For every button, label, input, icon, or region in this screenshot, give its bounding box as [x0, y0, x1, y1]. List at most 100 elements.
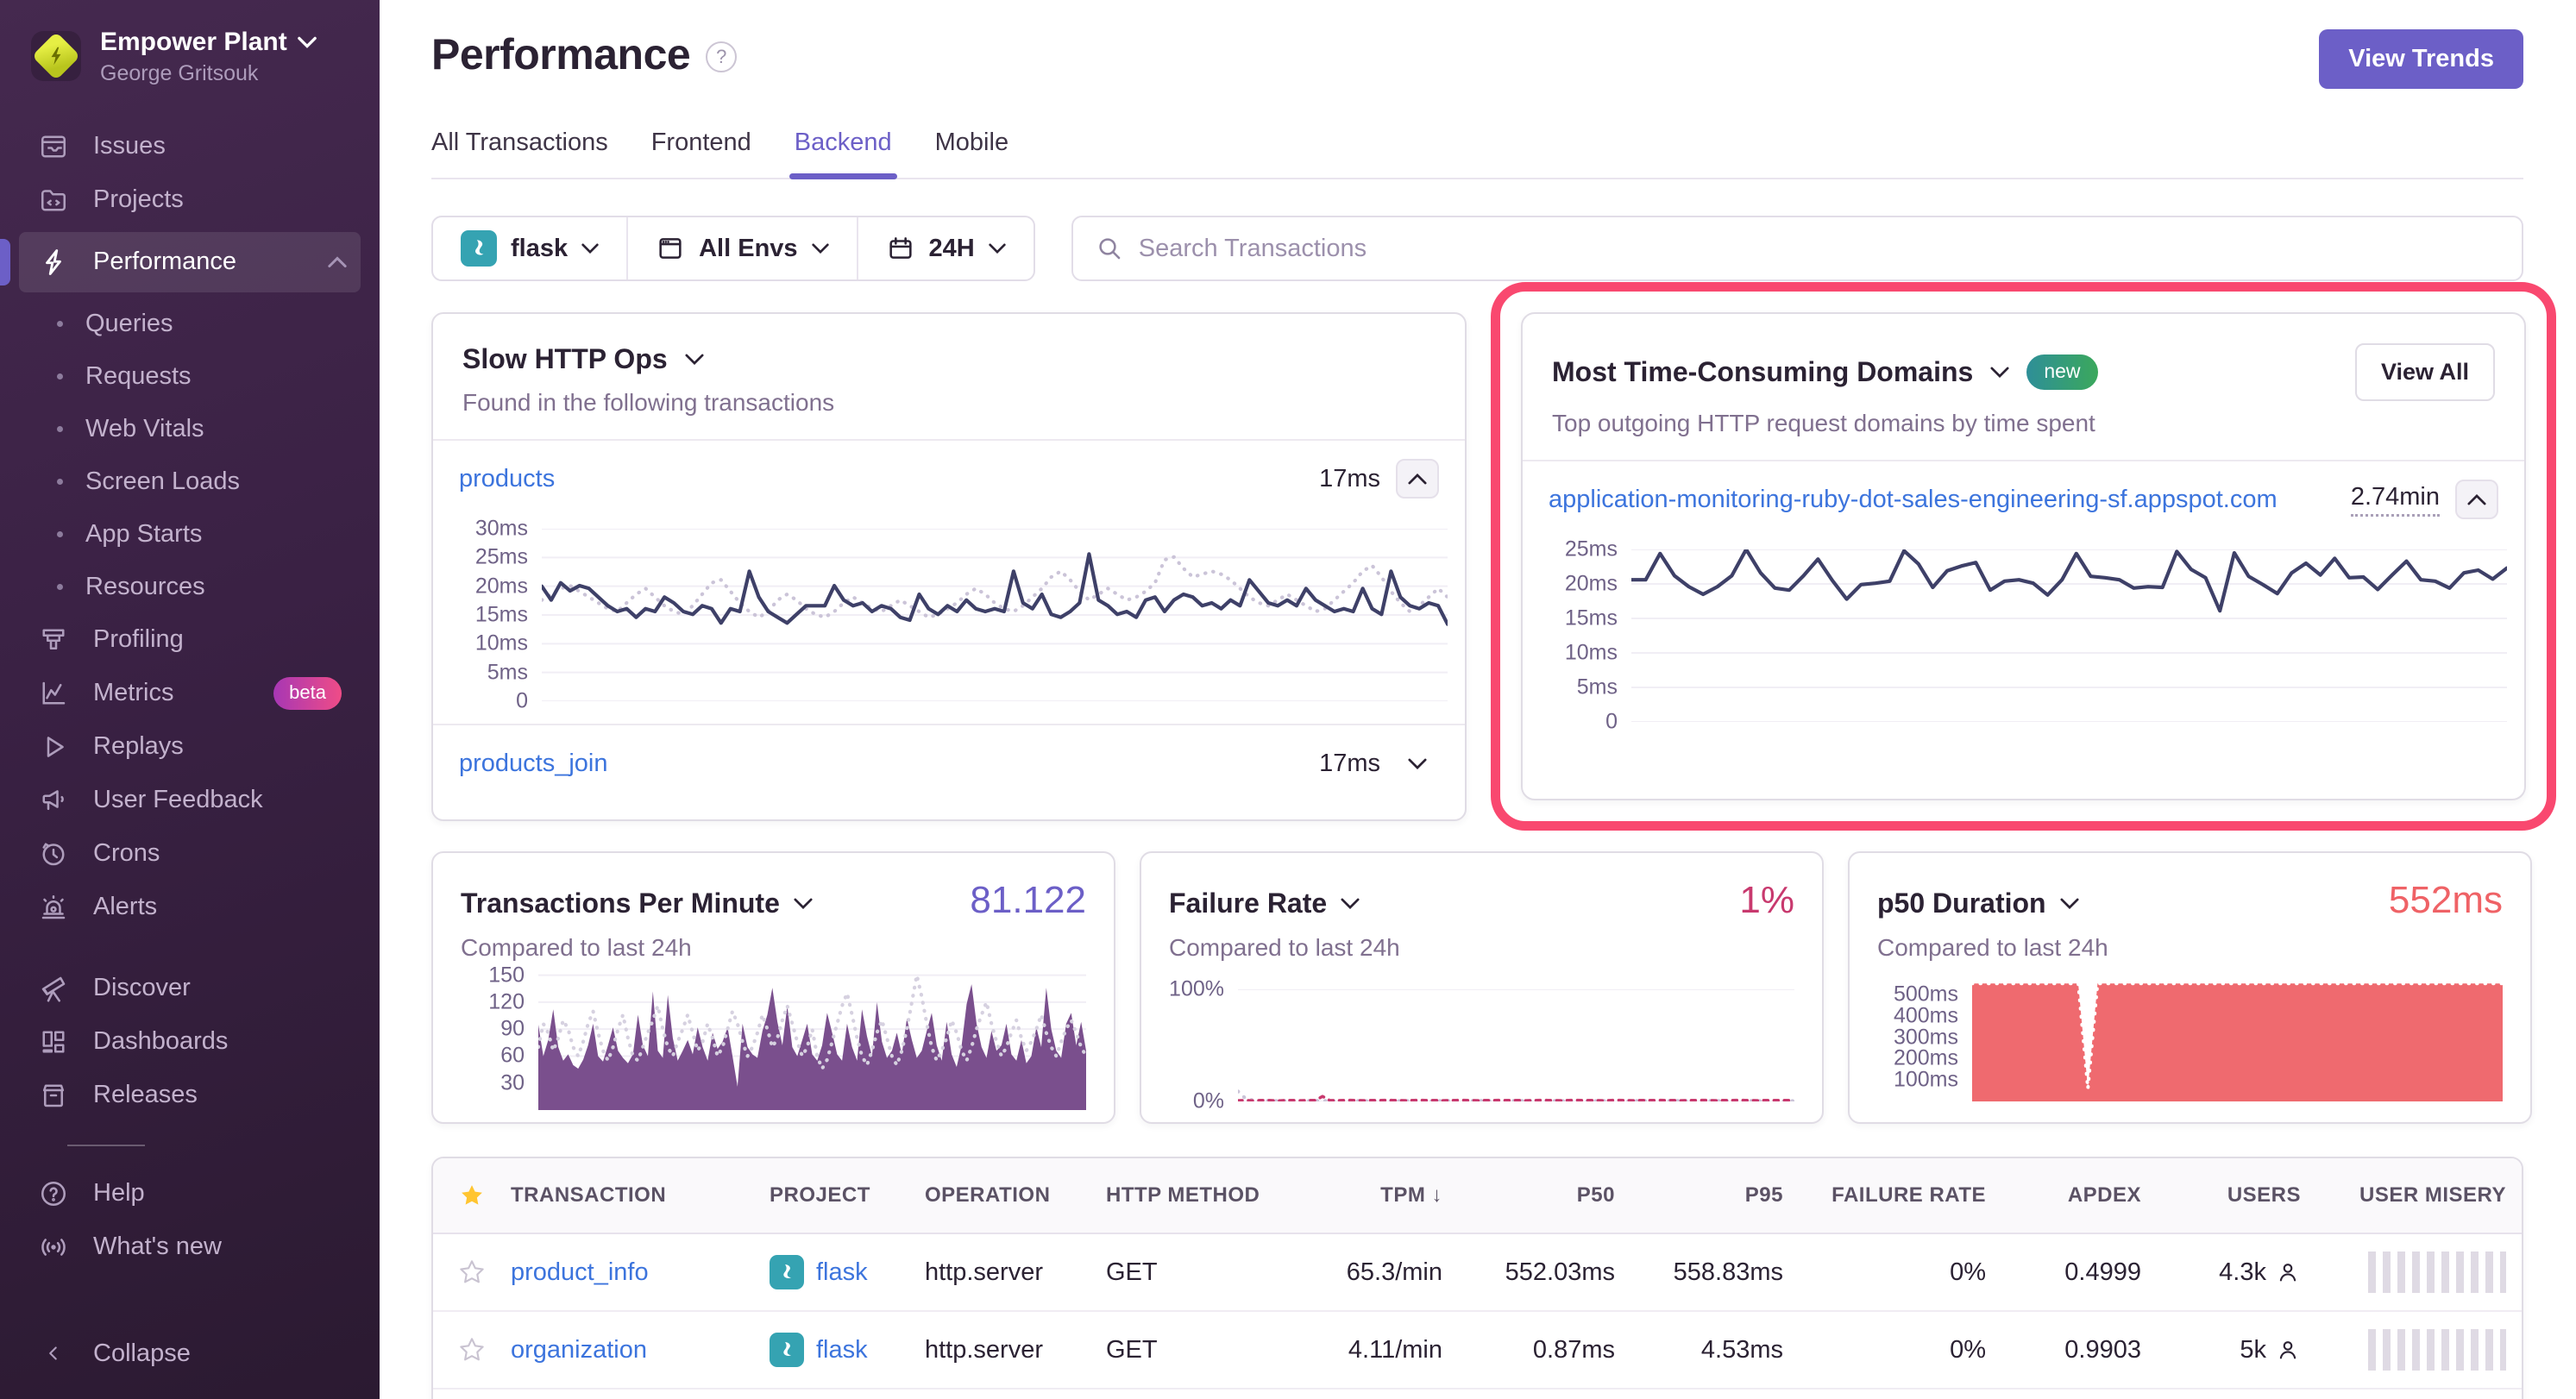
- tab-all-transactions[interactable]: All Transactions: [431, 129, 608, 178]
- sidebar-item-profiling[interactable]: Profiling: [19, 613, 361, 667]
- metric-title[interactable]: Transactions Per Minute: [461, 888, 780, 919]
- chevron-down-icon: [298, 36, 317, 48]
- chevron-down-icon[interactable]: [794, 898, 813, 909]
- sidebar-item-alerts[interactable]: Alerts: [19, 881, 361, 934]
- metric-value: 1%: [1739, 879, 1794, 922]
- sort-desc-arrow-icon: ↓: [1432, 1183, 1443, 1207]
- sidebar-item-crons[interactable]: Crons: [19, 827, 361, 881]
- sidebar-item-label: Issues: [93, 132, 166, 160]
- chevron-down-icon[interactable]: [1341, 898, 1360, 909]
- org-switcher[interactable]: Empower Plant George Gritsouk: [0, 0, 380, 96]
- main-content: Performance ? View Trends All Transactio…: [380, 0, 2576, 1399]
- column-header[interactable]: OPERATION: [925, 1183, 1106, 1208]
- metric-title[interactable]: p50 Duration: [1877, 888, 2046, 919]
- project-filter[interactable]: flask: [433, 217, 626, 279]
- expand-row-button[interactable]: [1396, 743, 1439, 783]
- column-header[interactable]: PROJECT: [770, 1183, 925, 1208]
- sidebar-item-label: Collapse: [93, 1339, 191, 1368]
- sidebar-item-help[interactable]: Help: [19, 1167, 361, 1220]
- project-filter-value: flask: [511, 235, 568, 263]
- project-link[interactable]: flask: [816, 1258, 868, 1287]
- transaction-link-products-join[interactable]: products_join: [459, 750, 608, 778]
- chevron-down-icon[interactable]: [685, 354, 704, 365]
- column-header[interactable]: USERS: [2141, 1183, 2301, 1208]
- tab-backend[interactable]: Backend: [795, 129, 892, 178]
- metric-title[interactable]: Failure Rate: [1169, 888, 1327, 919]
- chevron-down-icon[interactable]: [1990, 367, 2009, 378]
- page-title: Performance: [431, 29, 690, 79]
- table-row[interactable]: organization flask http.server GET 4.11/…: [433, 1312, 2522, 1390]
- sidebar-item-web-vitals[interactable]: Web Vitals: [19, 403, 361, 455]
- column-header[interactable]: USER MISERY: [2301, 1183, 2516, 1208]
- tab-mobile[interactable]: Mobile: [935, 129, 1008, 178]
- sidebar-item-replays[interactable]: Replays: [19, 720, 361, 774]
- sidebar-item-label: Crons: [93, 839, 160, 868]
- sidebar-item-projects[interactable]: Projects: [19, 173, 361, 227]
- sidebar-item-dashboards[interactable]: Dashboards: [19, 1015, 361, 1069]
- domain-time-spent[interactable]: 2.74min: [2351, 483, 2440, 517]
- date-range-filter[interactable]: 24H: [857, 217, 1034, 279]
- search-input[interactable]: [1139, 235, 2499, 263]
- search-transactions-box[interactable]: [1071, 216, 2523, 281]
- sidebar-item-label: Dashboards: [93, 1027, 228, 1056]
- domain-link[interactable]: application-monitoring-ruby-dot-sales-en…: [1549, 486, 2278, 514]
- sidebar-item-queries[interactable]: Queries: [19, 298, 361, 350]
- chevron-up-icon[interactable]: [328, 256, 347, 268]
- broadcast-icon: [36, 1232, 71, 1263]
- sidebar-item-metrics[interactable]: Metrics beta: [19, 667, 361, 720]
- bullet-icon: [57, 426, 63, 432]
- transaction-link-products[interactable]: products: [459, 465, 555, 493]
- chevron-down-icon[interactable]: [2060, 898, 2079, 909]
- sidebar-item-resources[interactable]: Resources: [19, 561, 361, 613]
- column-header[interactable]: P50: [1442, 1183, 1615, 1208]
- failure-rate-chart: 100%0%: [1141, 989, 1822, 1122]
- collapse-row-button[interactable]: [1396, 459, 1439, 499]
- star-column-header[interactable]: [433, 1183, 511, 1208]
- project-link[interactable]: flask: [816, 1336, 868, 1364]
- view-trends-button[interactable]: View Trends: [2319, 29, 2523, 89]
- metrics-icon: [36, 678, 71, 709]
- flask-project-icon: [461, 230, 497, 267]
- y-axis: 25ms20ms15ms10ms5ms0: [1545, 549, 1631, 722]
- environment-filter[interactable]: All Envs: [626, 217, 856, 279]
- column-header[interactable]: TRANSACTION: [511, 1183, 770, 1208]
- transaction-link[interactable]: organization: [511, 1336, 647, 1364]
- org-logo: [31, 31, 81, 81]
- project-cell[interactable]: flask: [770, 1255, 925, 1289]
- tab-frontend[interactable]: Frontend: [651, 129, 751, 178]
- help-tooltip-icon[interactable]: ?: [706, 41, 737, 72]
- sidebar-collapse-button[interactable]: Collapse: [19, 1327, 361, 1380]
- active-indicator: [0, 239, 10, 285]
- transaction-link[interactable]: product_info: [511, 1258, 649, 1286]
- sidebar-item-releases[interactable]: Releases: [19, 1069, 361, 1122]
- table-row[interactable]: product_info flask http.server GET 65.3/…: [433, 1234, 2522, 1312]
- project-cell[interactable]: flask: [770, 1333, 925, 1367]
- star-filled-icon: [459, 1183, 485, 1208]
- star-toggle[interactable]: [433, 1258, 511, 1286]
- column-header[interactable]: P95: [1615, 1183, 1783, 1208]
- sidebar-item-user-feedback[interactable]: User Feedback: [19, 774, 361, 827]
- collapse-row-button[interactable]: [2455, 480, 2498, 519]
- card-title[interactable]: Slow HTTP Ops: [462, 343, 668, 375]
- card-title[interactable]: Most Time-Consuming Domains: [1552, 356, 1973, 388]
- column-header-sorted[interactable]: TPM ↓: [1283, 1183, 1442, 1208]
- sidebar-item-app-starts[interactable]: App Starts: [19, 508, 361, 561]
- p50-cell: 0.87ms: [1442, 1336, 1615, 1364]
- sidebar-item-label: Requests: [85, 362, 192, 391]
- column-header[interactable]: APDEX: [1986, 1183, 2141, 1208]
- sidebar-item-discover[interactable]: Discover: [19, 962, 361, 1015]
- sidebar-item-screen-loads[interactable]: Screen Loads: [19, 455, 361, 508]
- view-all-button[interactable]: View All: [2355, 343, 2495, 401]
- org-user: George Gritsouk: [100, 60, 317, 87]
- column-header[interactable]: FAILURE RATE: [1783, 1183, 1986, 1208]
- flask-project-icon: [770, 1333, 804, 1367]
- sidebar-item-whats-new[interactable]: What's new: [19, 1220, 361, 1274]
- column-header[interactable]: HTTP METHOD: [1106, 1183, 1283, 1208]
- sidebar-item-performance[interactable]: Performance: [19, 232, 361, 292]
- user-icon: [2275, 1337, 2301, 1363]
- sidebar-item-issues[interactable]: Issues: [19, 120, 361, 173]
- sidebar-item-requests[interactable]: Requests: [19, 350, 361, 403]
- star-toggle[interactable]: [433, 1336, 511, 1364]
- profiling-icon: [36, 624, 71, 656]
- p95-cell: 4.53ms: [1615, 1336, 1783, 1364]
